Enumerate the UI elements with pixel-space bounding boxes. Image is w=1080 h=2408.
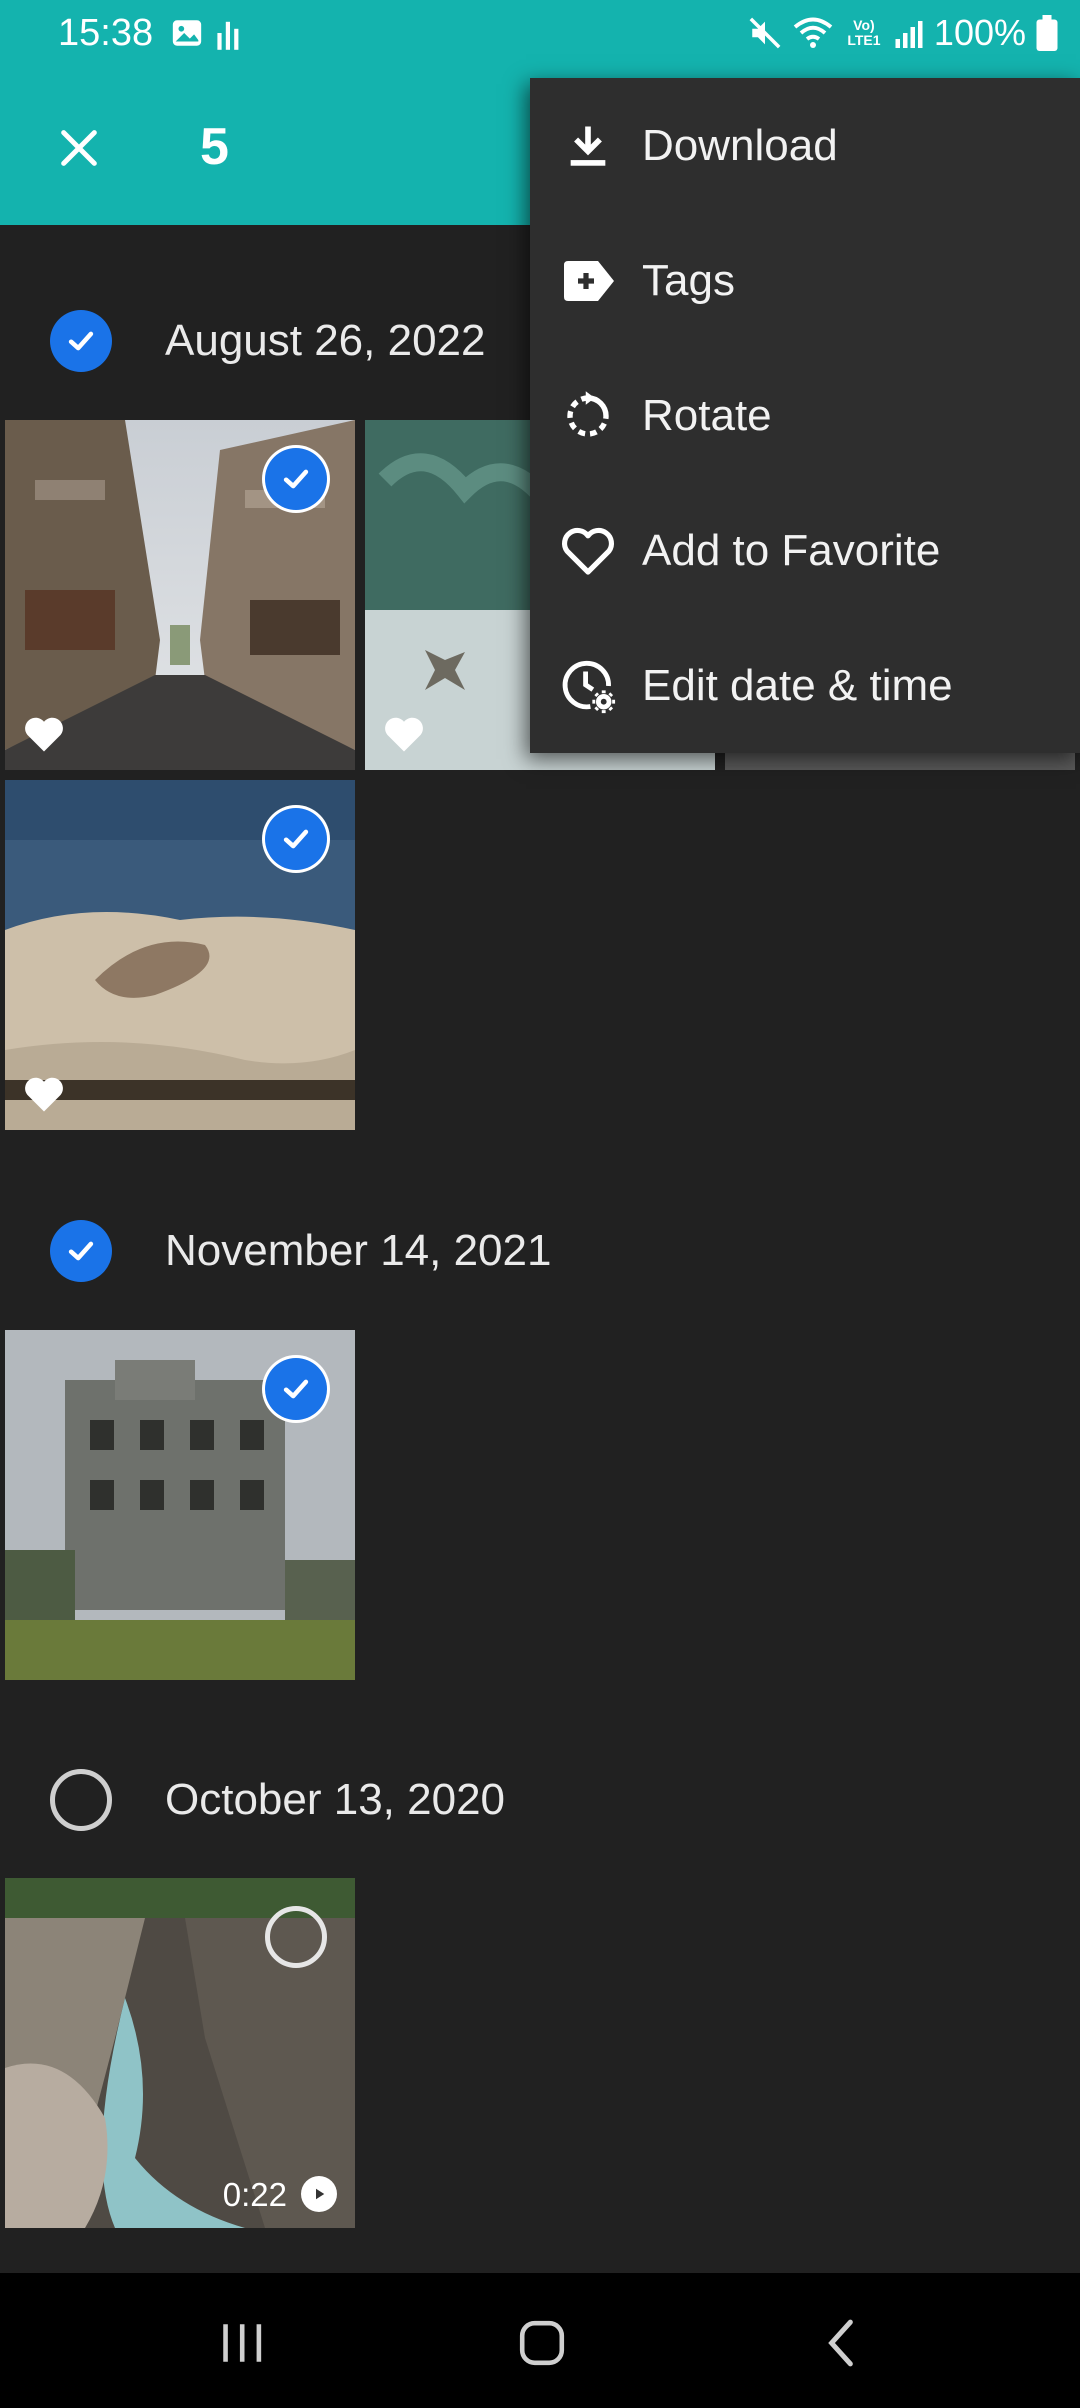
date-label: August 26, 2022 (165, 316, 486, 365)
check-icon (68, 1241, 94, 1261)
date-header: October 13, 2020 (0, 1742, 1080, 1852)
photo-thumbnail-coast[interactable] (5, 780, 355, 1130)
date-label: November 14, 2021 (165, 1226, 552, 1275)
photo-select-checkbox[interactable] (265, 1906, 327, 1968)
video-thumbnail-gorge[interactable]: 0:22 (5, 1878, 355, 2228)
gallery-notification-icon (172, 20, 202, 46)
menu-item-add-favorite[interactable]: Add to Favorite (530, 483, 1080, 618)
favorite-heart-icon (25, 1077, 63, 1112)
heart-outline-icon (556, 519, 620, 583)
battery-percent: 100% (933, 12, 1026, 53)
close-selection-button[interactable] (44, 113, 114, 183)
menu-item-tags[interactable]: Tags (530, 213, 1080, 348)
audio-bars-icon (217, 21, 239, 50)
home-button[interactable] (482, 2303, 602, 2383)
favorite-heart-icon (25, 717, 63, 752)
signal-icon (895, 21, 923, 48)
status-time: 15:38 (58, 12, 154, 54)
date-header: November 14, 2021 (0, 1193, 1080, 1303)
date-label: October 13, 2020 (165, 1775, 506, 1824)
check-icon (283, 469, 309, 489)
download-icon (556, 114, 620, 178)
status-bar: 15:38 Vo) LTE1 100% (0, 0, 1080, 75)
overflow-menu: Download Tags Rotate Add to Favorite Edi… (530, 78, 1080, 753)
menu-item-label: Rotate (642, 390, 772, 440)
photo-select-checkbox[interactable] (265, 1358, 327, 1420)
recent-apps-button[interactable] (182, 2303, 302, 2383)
battery-icon (1036, 15, 1058, 51)
menu-item-edit-date-time[interactable]: Edit date & time (530, 618, 1080, 753)
play-icon (301, 2176, 337, 2212)
close-icon (61, 130, 97, 166)
photo-select-checkbox[interactable] (265, 448, 327, 510)
group-select-checkbox[interactable] (50, 1220, 112, 1282)
recent-apps-icon (223, 2324, 262, 2362)
photo-thumbnail-building[interactable] (5, 1330, 355, 1680)
group-select-checkbox[interactable] (50, 1769, 112, 1831)
group-select-checkbox[interactable] (50, 310, 112, 372)
check-icon (68, 331, 94, 351)
favorite-heart-icon (385, 717, 423, 752)
back-button[interactable] (782, 2303, 902, 2383)
clock-gear-icon (556, 654, 620, 718)
rotate-icon (556, 384, 620, 448)
menu-item-download[interactable]: Download (530, 78, 1080, 213)
check-icon (283, 829, 309, 849)
tag-add-icon (556, 249, 620, 313)
wifi-icon (793, 17, 833, 48)
selected-count: 5 (200, 118, 229, 176)
photo-select-checkbox[interactable] (265, 808, 327, 870)
video-duration: 0:22 (222, 2176, 287, 2213)
system-navigation-bar (0, 2273, 1080, 2408)
network-type-label: Vo) LTE1 (847, 17, 881, 48)
menu-item-label: Tags (642, 255, 735, 305)
home-icon (519, 2320, 565, 2366)
menu-item-label: Edit date & time (642, 660, 953, 710)
menu-item-rotate[interactable]: Rotate (530, 348, 1080, 483)
back-icon (828, 2319, 853, 2367)
menu-item-label: Download (642, 120, 838, 170)
photo-thumbnail-street[interactable] (5, 420, 355, 770)
mute-icon (749, 17, 781, 49)
menu-item-label: Add to Favorite (642, 525, 941, 575)
check-icon (283, 1379, 309, 1399)
